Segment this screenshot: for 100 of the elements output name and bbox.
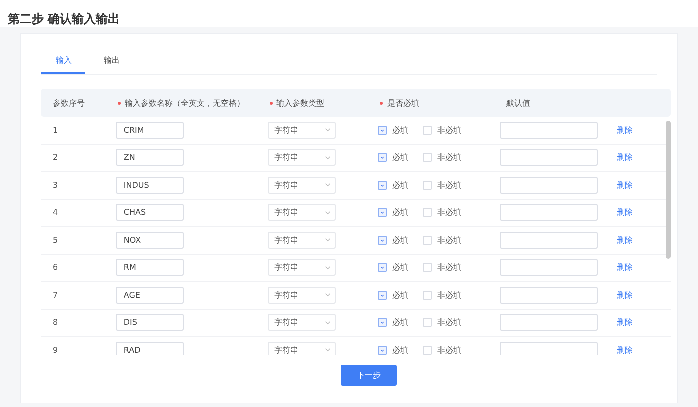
checkbox[interactable] [378, 180, 388, 190]
input-field[interactable]: RM [116, 259, 184, 276]
input-field[interactable] [500, 176, 598, 194]
check-icon [379, 209, 386, 216]
input-field[interactable] [500, 122, 598, 139]
type-select[interactable]: 字符串 [268, 259, 336, 276]
delete-link[interactable]: 删除 [617, 124, 634, 136]
table-cell: 8 [53, 318, 58, 328]
input-field[interactable]: DIS [116, 314, 184, 332]
delete-link[interactable]: 删除 [617, 234, 634, 246]
checkbox[interactable] [423, 208, 432, 218]
table-cell: 2 [53, 153, 58, 162]
type-select[interactable]: 字符串 [268, 176, 336, 194]
input-field[interactable]: ZN [116, 149, 184, 166]
input-field[interactable] [500, 149, 598, 166]
delete-link[interactable]: 删除 [617, 290, 634, 301]
input-field[interactable]: RAD [116, 342, 184, 355]
delete-link[interactable]: 删除 [617, 180, 634, 191]
table-cell: 5 [53, 236, 58, 245]
column-header: 输入参数类型 [276, 98, 325, 108]
checkbox[interactable] [423, 153, 432, 162]
checkbox-label: 非必填 [437, 290, 462, 301]
input-field[interactable] [500, 342, 598, 355]
checkbox[interactable] [423, 180, 432, 190]
caret-icon [324, 320, 331, 325]
checkbox[interactable] [423, 318, 432, 328]
type-select[interactable]: 字符串 [268, 342, 336, 355]
input-field[interactable]: AGE [116, 286, 184, 304]
type-select[interactable]: 字符串 [268, 314, 336, 332]
page-title: 第二步 确认输入输出 [8, 11, 120, 28]
checkbox[interactable] [423, 346, 432, 355]
scrollbar[interactable] [666, 121, 671, 259]
checkbox-label: 非必填 [437, 317, 462, 328]
checkbox-label: 非必填 [437, 344, 462, 355]
caret-icon [324, 183, 331, 188]
checkbox-label: 必填 [392, 344, 408, 355]
input-field[interactable]: CHAS [116, 204, 184, 222]
checkbox-label: 必填 [392, 234, 408, 246]
type-select[interactable]: 字符串 [268, 204, 336, 222]
next-button[interactable]: 下一步 [341, 365, 397, 386]
checkbox[interactable] [378, 318, 388, 328]
input-field[interactable]: CRIM [116, 122, 184, 139]
caret-icon [324, 293, 331, 298]
checkbox-label: 必填 [392, 124, 408, 136]
column-header: 参数序号 [53, 98, 85, 108]
column-header: 输入参数名称（全英文，无空格） [124, 98, 245, 108]
input-field[interactable] [500, 314, 598, 332]
checkbox[interactable] [378, 236, 388, 245]
table-cell: 6 [53, 263, 58, 272]
caret-icon [324, 128, 331, 132]
column-header: 是否必填 [387, 98, 420, 108]
table-cell: 9 [53, 346, 58, 355]
type-select[interactable]: 字符串 [268, 286, 336, 304]
column-header: 默认值 [506, 98, 530, 108]
checkbox[interactable] [378, 153, 388, 162]
checkbox[interactable] [423, 236, 432, 245]
input-field[interactable]: INDUS [116, 176, 184, 194]
input-field[interactable] [500, 286, 598, 304]
delete-link[interactable]: 删除 [617, 152, 634, 164]
checkbox[interactable] [423, 263, 432, 272]
delete-link[interactable]: 删除 [617, 262, 634, 274]
check-icon [379, 154, 386, 162]
checkbox-label: 非必填 [437, 124, 462, 136]
delete-link[interactable]: 删除 [617, 317, 634, 328]
input-field[interactable] [500, 232, 598, 249]
check-icon [379, 264, 386, 272]
table-cell: 7 [53, 290, 58, 300]
caret-icon [324, 348, 331, 352]
tab[interactable]: 输入 [41, 50, 85, 74]
input-field[interactable] [500, 204, 598, 222]
checkbox-label: 非必填 [437, 262, 462, 274]
checkbox-label: 必填 [392, 262, 408, 274]
caret-icon [324, 210, 331, 215]
checkbox[interactable] [378, 290, 388, 300]
check-icon [379, 319, 386, 326]
caret-icon [324, 156, 331, 160]
delete-link[interactable]: 删除 [617, 344, 634, 355]
type-select[interactable]: 字符串 [268, 122, 336, 139]
checkbox-label: 非必填 [437, 207, 462, 218]
checkbox-label: 非必填 [437, 234, 462, 246]
checkbox-label: 非必填 [437, 180, 462, 191]
caret-icon [324, 266, 331, 270]
checkbox[interactable] [378, 126, 388, 135]
table-cell: 3 [53, 180, 58, 190]
checkbox[interactable] [423, 126, 432, 135]
checkbox[interactable] [423, 290, 432, 300]
checkbox[interactable] [378, 208, 388, 218]
checkbox-label: 必填 [392, 152, 408, 164]
tab[interactable]: 输出 [91, 50, 133, 74]
table-cell: 1 [53, 126, 58, 135]
delete-link[interactable]: 删除 [617, 207, 634, 218]
type-select[interactable]: 字符串 [268, 149, 336, 166]
checkbox[interactable] [378, 346, 388, 355]
checkbox-label: 必填 [392, 207, 408, 218]
input-field[interactable]: NOX [116, 232, 184, 249]
type-select[interactable]: 字符串 [268, 232, 336, 249]
checkbox-label: 非必填 [437, 152, 462, 164]
input-field[interactable] [500, 259, 598, 276]
checkbox-label: 必填 [392, 317, 408, 328]
checkbox[interactable] [378, 263, 388, 272]
